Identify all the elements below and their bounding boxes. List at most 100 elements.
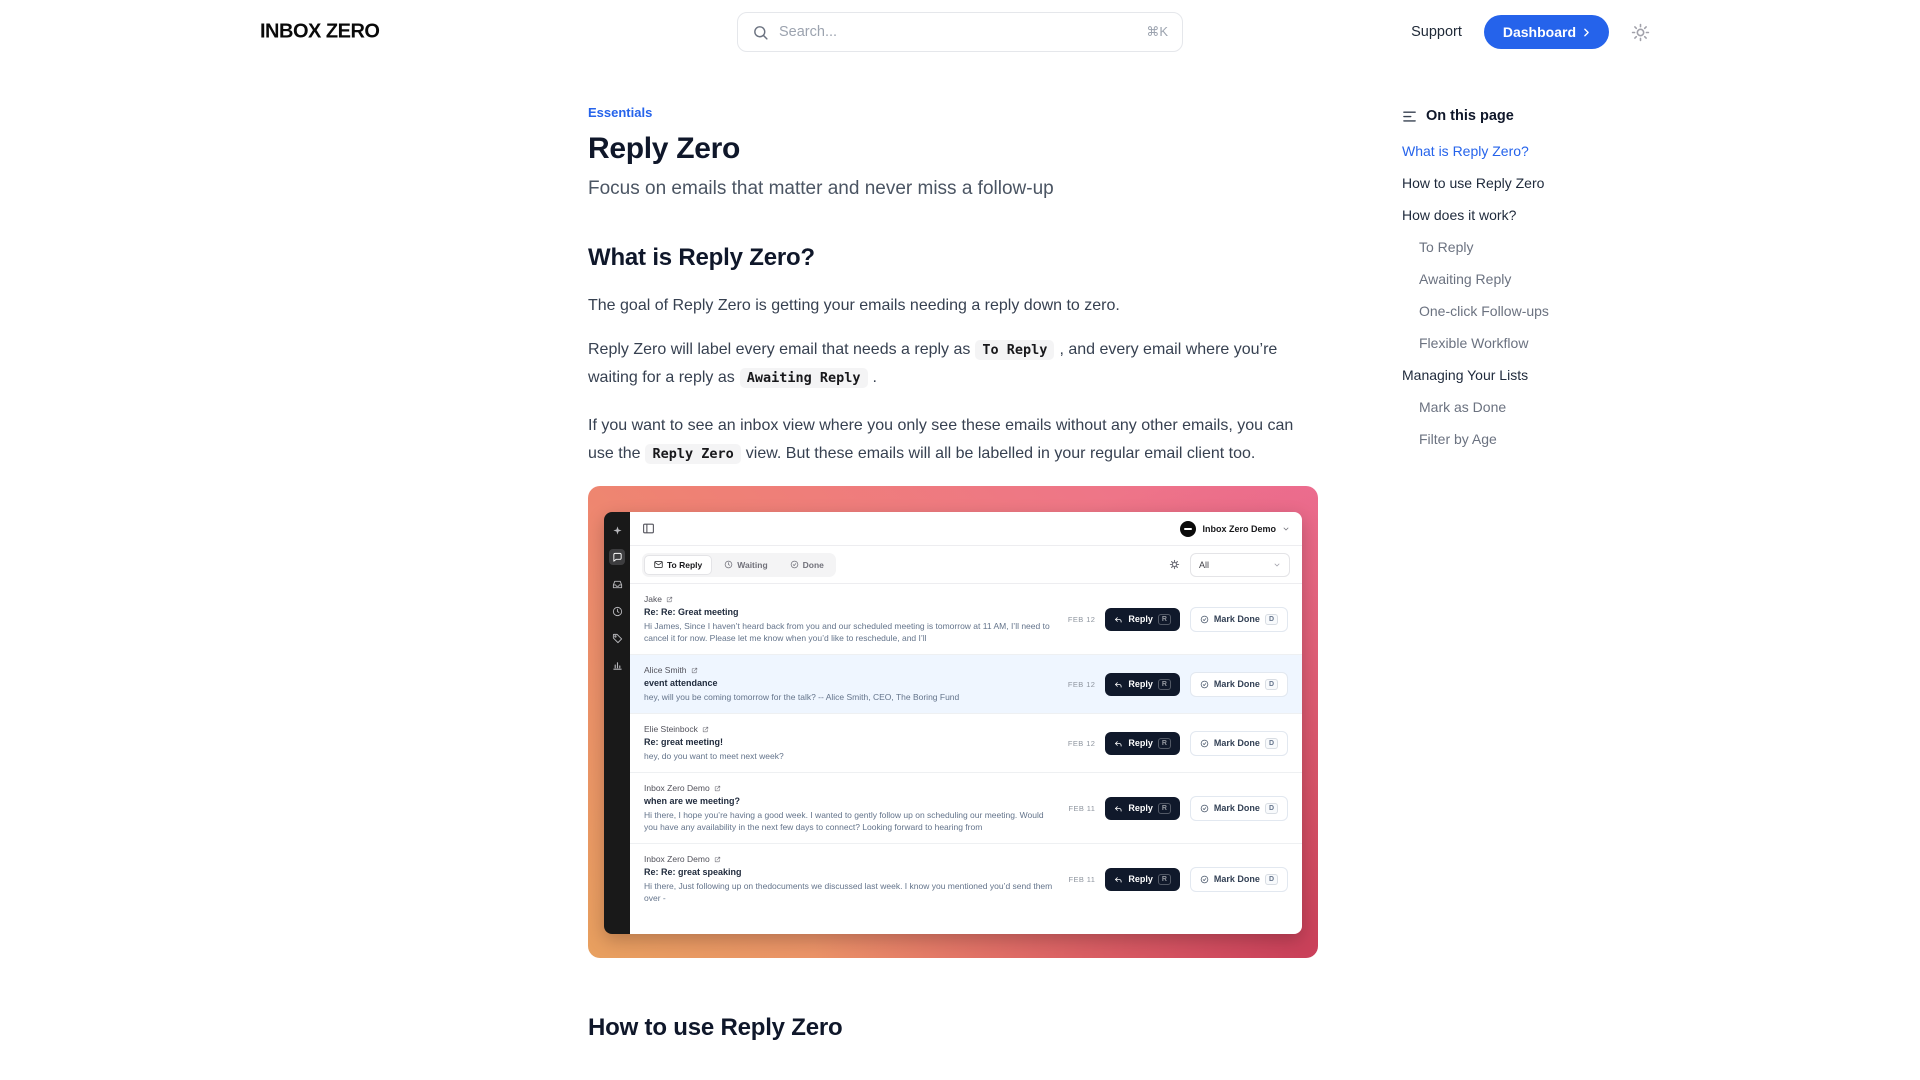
list-lines-icon [1402, 109, 1417, 124]
toc-item-filter-by-age[interactable]: Filter by Age [1402, 429, 1682, 449]
theme-toggle[interactable] [1631, 23, 1650, 42]
done-kbd: D [1265, 614, 1278, 625]
mark-done-button[interactable]: Mark Done D [1190, 607, 1288, 632]
chart-icon[interactable] [609, 657, 625, 673]
external-link-icon[interactable] [702, 726, 709, 733]
inline-code-to-reply: To Reply [975, 340, 1054, 360]
email-subject: Re: Re: Great meeting [644, 607, 1054, 617]
tab-waiting[interactable]: Waiting [714, 555, 777, 575]
done-kbd: D [1265, 803, 1278, 814]
toc-item-how-to-use[interactable]: How to use Reply Zero [1402, 173, 1682, 193]
toc-item-awaiting-reply[interactable]: Awaiting Reply [1402, 269, 1682, 289]
filter-actions: All [1169, 553, 1290, 577]
done-label: Mark Done [1214, 803, 1260, 813]
logo[interactable]: INBOX ZERO [260, 21, 379, 44]
email-row[interactable]: Elie Steinbock Re: great meeting! hey, d… [630, 713, 1302, 772]
tab-label: Done [803, 560, 824, 570]
tab-done[interactable]: Done [780, 555, 834, 575]
toc-item-flexible-workflow[interactable]: Flexible Workflow [1402, 333, 1682, 353]
sender-name: Jake [644, 594, 662, 604]
dashboard-button[interactable]: Dashboard [1484, 15, 1609, 49]
mark-done-button[interactable]: Mark DoneD [1190, 731, 1288, 756]
support-link[interactable]: Support [1411, 24, 1462, 40]
reply-button[interactable]: ReplyR [1105, 673, 1180, 696]
toc-item-managing-your-lists[interactable]: Managing Your Lists [1402, 365, 1682, 385]
email-sender: Elie Steinbock [644, 724, 1054, 734]
toc-item-how-does-it-work[interactable]: How does it work? [1402, 205, 1682, 225]
gear-icon[interactable] [1169, 559, 1180, 570]
tab-to-reply[interactable]: To Reply [644, 555, 712, 575]
email-actions: FEB 12 ReplyR Mark DoneD [1068, 672, 1288, 697]
email-row[interactable]: Inbox Zero Demo Re: Re: great speaking H… [630, 843, 1302, 914]
toc-item-mark-as-done[interactable]: Mark as Done [1402, 397, 1682, 417]
reply-button[interactable]: ReplyR [1105, 732, 1180, 755]
toc-list: What is Reply Zero? How to use Reply Zer… [1402, 141, 1682, 461]
reply-label: Reply [1128, 803, 1153, 813]
email-subject: Re: great meeting! [644, 737, 1054, 747]
email-subject: when are we meeting? [644, 796, 1054, 806]
check-circle-icon [790, 560, 799, 569]
app-screenshot: Inbox Zero Demo To Reply Waiting Done [588, 486, 1318, 958]
reply-button[interactable]: Reply R [1105, 797, 1180, 820]
external-link-icon[interactable] [714, 785, 721, 792]
paragraph-labels: Reply Zero will label every email that n… [588, 336, 1318, 392]
reply-label: Reply [1128, 614, 1153, 624]
external-link-icon[interactable] [691, 667, 698, 674]
mark-done-button[interactable]: Mark DoneD [1190, 867, 1288, 892]
tag-icon[interactable] [609, 630, 625, 646]
app-main: Inbox Zero Demo To Reply Waiting Done [630, 512, 1302, 934]
email-preview: Hi there, Just following up on thedocume… [644, 880, 1054, 904]
email-row[interactable]: Jake Re: Re: Great meeting Hi James, Sin… [630, 584, 1302, 654]
external-link-icon[interactable] [666, 596, 673, 603]
mail-icon [654, 560, 663, 569]
sender-name: Inbox Zero Demo [644, 854, 710, 864]
email-subject: Re: Re: great speaking [644, 867, 1054, 877]
reply-chat-icon[interactable] [609, 549, 625, 565]
sparkle-icon[interactable] [609, 522, 625, 538]
email-row[interactable]: Inbox Zero Demo when are we meeting? Hi … [630, 772, 1302, 843]
inbox-icon[interactable] [609, 576, 625, 592]
toc-title: On this page [1426, 108, 1514, 124]
article: Essentials Reply Zero Focus on emails th… [588, 64, 1318, 1042]
email-sender: Inbox Zero Demo [644, 783, 1054, 793]
page-subtitle: Focus on emails that matter and never mi… [588, 178, 1318, 200]
email-date: FEB 12 [1068, 739, 1095, 748]
tab-label: Waiting [737, 560, 767, 570]
search-input[interactable] [779, 24, 1136, 40]
mark-done-button[interactable]: Mark Done D [1190, 796, 1288, 821]
toc: On this page What is Reply Zero? How to … [1402, 64, 1682, 461]
email-preview: Hi there, I hope you’re having a good we… [644, 809, 1054, 833]
reply-kbd: R [1158, 614, 1171, 625]
reply-kbd: R [1158, 803, 1171, 814]
reply-button[interactable]: Reply R [1105, 608, 1180, 631]
reply-button[interactable]: ReplyR [1105, 868, 1180, 891]
toc-item-one-click-follow-ups[interactable]: One-click Follow-ups [1402, 301, 1682, 321]
email-row[interactable]: Alice Smith event attendance hey, will y… [630, 654, 1302, 713]
text-run: . [873, 369, 877, 386]
reply-icon [1114, 680, 1123, 689]
done-label: Mark Done [1214, 614, 1260, 624]
app-window: Inbox Zero Demo To Reply Waiting Done [604, 512, 1302, 934]
mark-done-button[interactable]: Mark DoneD [1190, 672, 1288, 697]
filter-select[interactable]: All [1190, 553, 1290, 577]
workspace-switcher[interactable]: Inbox Zero Demo [1180, 521, 1290, 537]
sender-name: Inbox Zero Demo [644, 783, 710, 793]
panel-toggle-icon[interactable] [642, 522, 655, 535]
inline-code-awaiting-reply: Awaiting Reply [740, 368, 868, 388]
clock-icon[interactable] [609, 603, 625, 619]
toc-item-to-reply[interactable]: To Reply [1402, 237, 1682, 257]
email-preview: hey, do you want to meet next week? [644, 750, 1054, 762]
sender-name: Elie Steinbock [644, 724, 698, 734]
page-title: Reply Zero [588, 132, 1318, 166]
check-circle-icon [1200, 615, 1209, 624]
email-date: FEB 12 [1068, 615, 1095, 624]
app-topbar: Inbox Zero Demo [630, 512, 1302, 546]
search-bar[interactable]: ⌘K [737, 12, 1183, 52]
paragraph-view: If you want to see an inbox view where y… [588, 412, 1318, 468]
breadcrumb[interactable]: Essentials [588, 105, 652, 120]
paragraph-goal: The goal of Reply Zero is getting your e… [588, 292, 1318, 320]
external-link-icon[interactable] [714, 856, 721, 863]
toc-header: On this page [1402, 108, 1682, 124]
reply-icon [1114, 739, 1123, 748]
toc-item-what-is-reply-zero[interactable]: What is Reply Zero? [1402, 141, 1682, 161]
